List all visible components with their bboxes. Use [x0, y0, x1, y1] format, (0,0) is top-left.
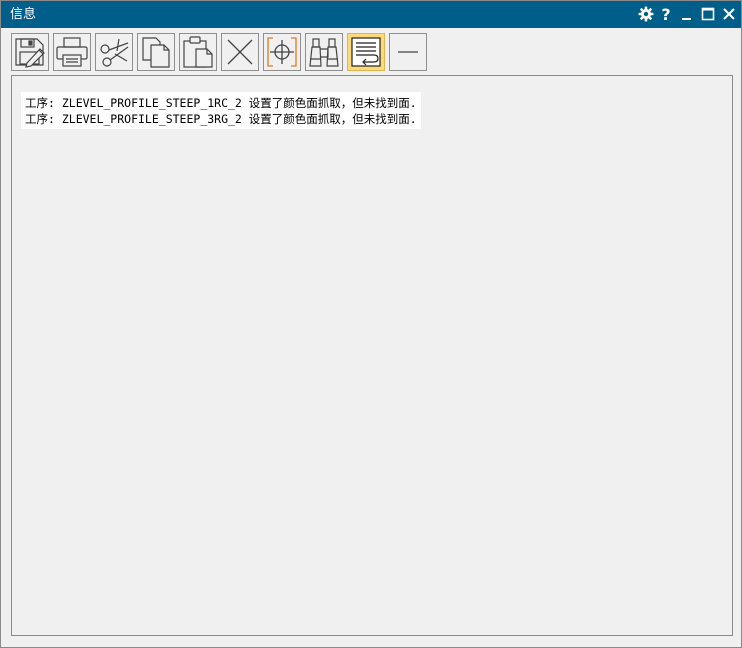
- dash-icon: [398, 51, 418, 53]
- maximize-icon[interactable]: [699, 5, 717, 23]
- find-button[interactable]: [305, 33, 343, 71]
- copy-button[interactable]: [137, 33, 175, 71]
- binoculars-icon: [309, 38, 339, 67]
- cut-button[interactable]: [95, 33, 133, 71]
- info-text[interactable]: 工序: ZLEVEL_PROFILE_STEEP_1RC_2 设置了颜色面抓取，…: [21, 92, 421, 129]
- wrap-text-icon: [351, 37, 381, 67]
- toolbar: [11, 32, 441, 74]
- title-bar[interactable]: 信息 ?: [1, 1, 741, 28]
- help-button[interactable]: ?: [657, 4, 675, 24]
- paste-button[interactable]: [179, 33, 217, 71]
- info-content-panel[interactable]: 工序: ZLEVEL_PROFILE_STEEP_1RC_2 设置了颜色面抓取，…: [11, 75, 733, 636]
- window-title: 信息: [10, 7, 37, 22]
- info-window: 信息 ? 工序: ZLEVEL_PROFILE_STEEP_1RC_2 设置了颜…: [0, 0, 742, 648]
- insert-separator-button[interactable]: [389, 33, 427, 71]
- fit-button[interactable]: [263, 33, 301, 71]
- save-button[interactable]: [11, 33, 49, 71]
- copy-icon: [142, 37, 170, 68]
- printer-icon: [56, 37, 88, 67]
- question-icon: ?: [661, 4, 671, 24]
- word-wrap-button[interactable]: [347, 33, 385, 71]
- minimize-icon[interactable]: [678, 5, 696, 23]
- crosshair-icon: [267, 37, 297, 67]
- clipboard-icon: [183, 36, 213, 68]
- info-line: 工序: ZLEVEL_PROFILE_STEEP_1RC_2 设置了颜色面抓取，…: [25, 96, 417, 110]
- close-icon[interactable]: [720, 5, 738, 23]
- x-delete-icon: [227, 39, 253, 65]
- print-button[interactable]: [53, 33, 91, 71]
- delete-button[interactable]: [221, 33, 259, 71]
- save-icon: [15, 38, 45, 68]
- scissors-icon: [100, 38, 129, 67]
- gear-icon[interactable]: [637, 5, 655, 23]
- info-line: 工序: ZLEVEL_PROFILE_STEEP_3RG_2 设置了颜色面抓取，…: [25, 112, 417, 126]
